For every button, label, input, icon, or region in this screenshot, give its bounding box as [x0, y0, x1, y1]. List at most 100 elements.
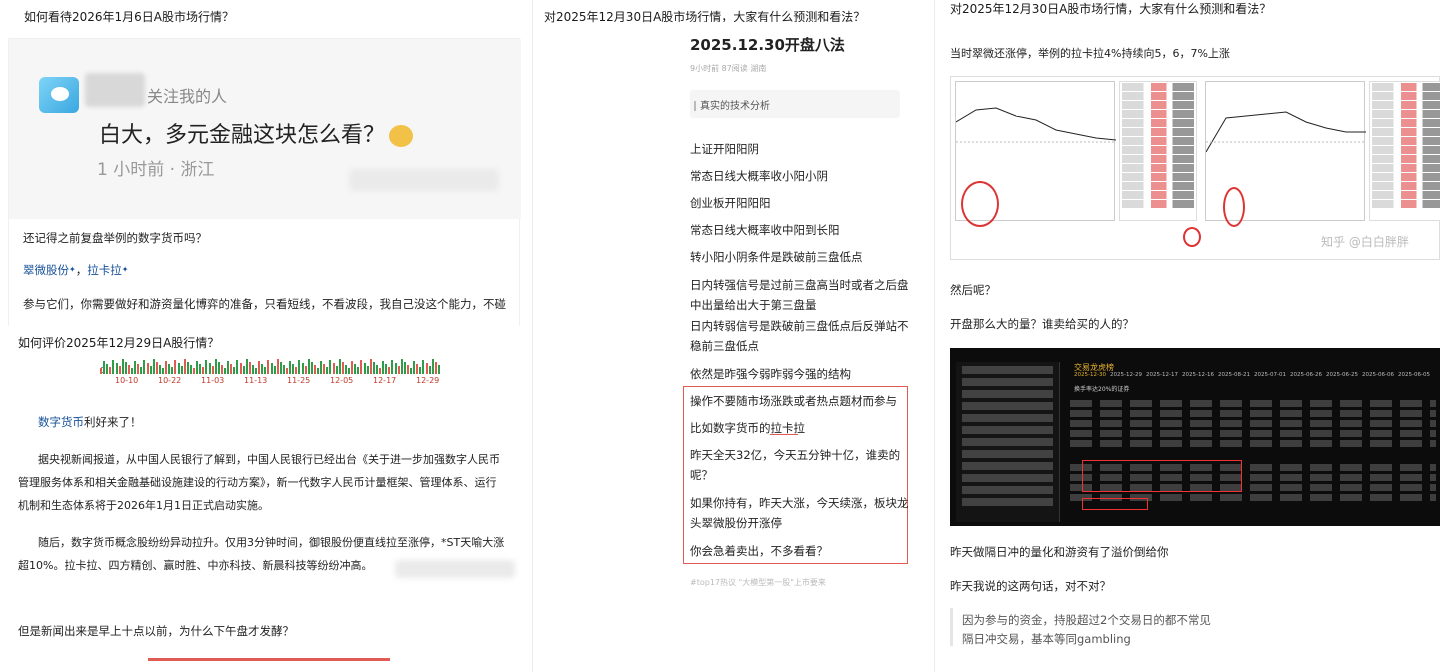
- volume-bar: [341, 362, 344, 374]
- volume-bar: [233, 367, 236, 374]
- date-tab[interactable]: 2025-06-26: [1290, 372, 1322, 378]
- date-tab[interactable]: 2025-07-01: [1254, 372, 1286, 378]
- volume-bar: [301, 363, 304, 374]
- paragraph: 据央视新闻报道，从中国人民银行了解到，中国人民银行已经出台《关于进一步加强数字人…: [38, 453, 500, 466]
- watermark: 知乎 @白白胖胖: [1321, 235, 1409, 249]
- list-item: 稳前三盘低点: [690, 339, 759, 353]
- date-tab[interactable]: 2025-06-06: [1362, 372, 1394, 378]
- volume-bar: [149, 366, 152, 374]
- volume-bar: [168, 364, 171, 374]
- post-heading: 2025.12.30开盘八法: [690, 36, 845, 54]
- screenshot-post-text: 白大，多元金融这块怎么看？: [99, 117, 414, 149]
- x-tick-label: 12-17: [373, 376, 397, 385]
- following-label: 关注我的人: [147, 87, 228, 106]
- volume-bar: [112, 360, 115, 374]
- volume-bar: [251, 365, 254, 374]
- stock-links: 翠微股份✦，拉卡拉✦: [23, 261, 128, 279]
- volume-bar: [124, 362, 127, 374]
- red-underline: [148, 658, 390, 661]
- volume-bar: [379, 368, 381, 374]
- volume-bar: [307, 359, 310, 374]
- date-tab[interactable]: 2025-12-17: [1146, 372, 1178, 378]
- date-tab[interactable]: 2025-12-30: [1074, 372, 1106, 378]
- red-underline: [770, 434, 798, 435]
- volume-bar: [248, 362, 251, 374]
- question-title-2[interactable]: 如何评价2025年12月29日A股行情？: [18, 334, 219, 351]
- date-tab[interactable]: 2025-08-21: [1218, 372, 1250, 378]
- volume-bar: [174, 360, 177, 374]
- volume-bar: [317, 368, 319, 374]
- list-item: 上证开阳阳阴: [690, 142, 759, 156]
- volume-bar: [286, 368, 288, 374]
- volume-bar: [335, 366, 338, 374]
- topic-link[interactable]: 数字货币: [38, 415, 84, 429]
- screenshot-meta: 1 小时前 · 浙江: [97, 160, 215, 180]
- volume-bar: [158, 365, 161, 374]
- volume-bar: [413, 361, 416, 374]
- volume-bar: [298, 360, 301, 374]
- volume-bar: [171, 367, 174, 374]
- volume-bar: [109, 367, 112, 374]
- list-item: 创业板开阳阳阳: [690, 196, 771, 210]
- volume-bar: [351, 361, 354, 374]
- date-tabs: 2025-12-30 2025-12-29 2025-12-17 2025-12-16…: [1074, 372, 1436, 382]
- date-tab[interactable]: 2025-06-05: [1398, 372, 1430, 378]
- volume-bar: [394, 363, 397, 374]
- boxed-item: 如果你持有，昨天大涨，今天续涨，板块龙: [690, 496, 909, 510]
- volume-bar: [406, 365, 409, 374]
- red-box-annotation: [1082, 460, 1242, 492]
- volume-bar: [183, 359, 186, 374]
- volume-bar: [255, 368, 257, 374]
- volume-bar: [242, 366, 245, 374]
- volume-bar: [115, 363, 118, 374]
- hot-topic-footer[interactable]: #top17热议 "大模型第一股"上市要来: [690, 577, 826, 588]
- date-tab[interactable]: 2025-12-16: [1182, 372, 1214, 378]
- list-item: 日内转弱信号是跌破前三盘低点后反弹站不: [690, 319, 909, 333]
- boxed-item: 头翠微股份开涨停: [690, 516, 782, 530]
- volume-bar: [140, 367, 143, 374]
- volume-bar: [202, 367, 205, 374]
- volume-bar: [137, 364, 140, 374]
- volume-bar: [273, 366, 276, 374]
- volume-bar: [214, 359, 217, 374]
- emoji-icon: [389, 125, 414, 147]
- volume-bar: [385, 364, 388, 374]
- table-row: [1070, 410, 1436, 417]
- volume-bar: [329, 360, 332, 374]
- list-item: 常态日线大概率收小阳小阴: [690, 169, 828, 183]
- highlight-box: [683, 386, 908, 564]
- tag-label: 真实的技术分析: [694, 97, 770, 112]
- volume-bar: [131, 368, 133, 374]
- date-tab[interactable]: 2025-06-25: [1326, 372, 1358, 378]
- volume-bar: [162, 368, 164, 374]
- volume-bar: [289, 361, 292, 374]
- x-tick-label: 10-10: [115, 376, 139, 385]
- volume-bar: [366, 366, 369, 374]
- paragraph: 但是新闻出来是早上十点以前，为什么下午盘才发酵？: [18, 624, 294, 638]
- volume-bar: [121, 359, 124, 374]
- wechat-screenshot: 关注我的人 白大，多元金融这块怎么看？ 1 小时前 · 浙江: [9, 39, 521, 219]
- volume-bar: [375, 365, 378, 374]
- question-title-1[interactable]: 如何看待2026年1月6日A股市场行情？: [24, 8, 234, 25]
- volume-bar: [304, 366, 307, 374]
- table-row: [1070, 430, 1436, 437]
- volume-bar: [425, 363, 428, 374]
- paragraph: 管理服务体系和相关金融基础设施建设的行动方案》，新一代数字人民币计量框架、管理体…: [18, 476, 497, 489]
- volume-bars: [100, 358, 440, 374]
- list-item: 日内转强信号是过前三盘高当时或者之后盘: [690, 278, 909, 292]
- volume-bar: [100, 368, 102, 374]
- paragraph: 开盘那么大的量？谁卖给买的人的？: [950, 317, 1134, 331]
- blurred-username: [85, 73, 145, 107]
- volume-bar: [326, 367, 329, 374]
- question-title-4[interactable]: 对2025年12月30日A股市场行情，大家有什么预测和看法？: [950, 0, 1271, 17]
- volume-bar: [313, 365, 316, 374]
- red-box-annotation: [1082, 498, 1148, 510]
- stock-link-cuiwei[interactable]: 翠微股份: [23, 263, 69, 277]
- date-tab[interactable]: 2025-12-29: [1110, 372, 1142, 378]
- x-tick-label: 12-05: [330, 376, 354, 385]
- volume-bar: [437, 365, 440, 374]
- volume-bar: [227, 361, 230, 374]
- paragraph: 然后呢？: [950, 283, 996, 297]
- stock-link-lakala[interactable]: 拉卡拉: [87, 263, 122, 277]
- volume-bar: [292, 364, 295, 374]
